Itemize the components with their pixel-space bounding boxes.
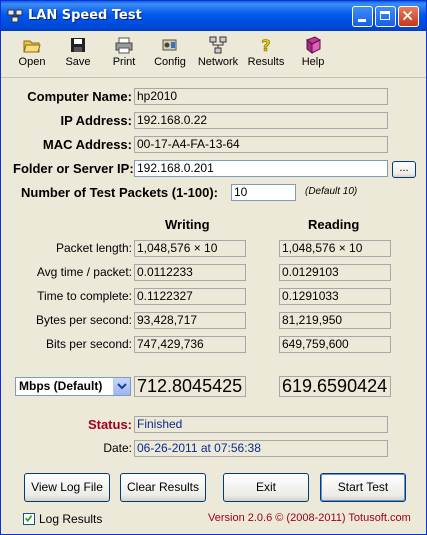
- app-window: LAN Speed Test Open Save Print Config Ne…: [0, 0, 427, 535]
- unit-select-arrow[interactable]: [113, 378, 130, 395]
- folder-server-label: Folder or Server IP:: [13, 161, 134, 176]
- packet-length-writing: 1,048,576 × 10: [134, 240, 246, 257]
- network-button[interactable]: Network: [196, 34, 240, 74]
- browse-button[interactable]: ...: [392, 161, 416, 178]
- mac-address-field: 00-17-A4-FA-13-64: [134, 136, 388, 153]
- maximize-icon: [380, 11, 390, 20]
- toolbar: Open Save Print Config Network ? Results…: [1, 31, 426, 78]
- time-to-complete-writing: 0.1122327: [134, 288, 246, 305]
- title-bar[interactable]: LAN Speed Test: [1, 1, 426, 31]
- ip-address-field: 192.168.0.22: [134, 112, 388, 129]
- avg-time-writing: 0.0112233: [134, 264, 246, 281]
- exit-button[interactable]: Exit: [223, 473, 309, 502]
- unit-select[interactable]: Mbps (Default): [15, 377, 131, 396]
- chevron-down-icon: [117, 383, 127, 390]
- app-icon: [7, 9, 23, 23]
- start-test-button[interactable]: Start Test: [320, 473, 406, 502]
- network-icon: [209, 36, 227, 54]
- computer-name-field: hp2010: [134, 88, 388, 105]
- writing-header: Writing: [165, 217, 210, 232]
- open-button[interactable]: Open: [10, 34, 54, 74]
- minimize-button[interactable]: [352, 6, 373, 27]
- close-icon: [402, 10, 413, 21]
- test-packets-label: Number of Test Packets (1-100):: [21, 185, 218, 200]
- date-field: 06-26-2011 at 07:56:38: [134, 440, 388, 457]
- clear-results-button[interactable]: Clear Results: [120, 473, 206, 502]
- test-packets-default-hint: (Default 10): [305, 186, 358, 197]
- test-packets-input[interactable]: 10: [231, 184, 296, 201]
- folder-server-input[interactable]: 192.168.0.201: [134, 160, 388, 177]
- folder-open-icon: [23, 40, 41, 53]
- date-label: Date:: [103, 441, 132, 455]
- minimize-icon: [358, 19, 366, 22]
- maximize-button[interactable]: [375, 6, 396, 27]
- close-button[interactable]: [398, 6, 419, 27]
- log-results-checkbox[interactable]: [23, 513, 35, 525]
- time-to-complete-label: Time to complete:: [37, 289, 132, 303]
- ip-address-label: IP Address:: [60, 113, 132, 128]
- printer-icon: [115, 37, 133, 54]
- checkmark-icon: [25, 515, 33, 523]
- status-field: Finished: [134, 416, 388, 433]
- packet-length-reading: 1,048,576 × 10: [279, 240, 391, 257]
- config-icon: [162, 39, 177, 51]
- floppy-disk-icon: [71, 38, 85, 52]
- unit-select-value: Mbps (Default): [19, 379, 103, 393]
- version-text: Version 2.0.6 © (2008-2011) Totusoft.com: [208, 512, 411, 524]
- bytes-per-second-writing: 93,428,717: [134, 312, 246, 329]
- bytes-per-second-reading: 81,219,950: [279, 312, 391, 329]
- computer-name-label: Computer Name:: [27, 89, 132, 104]
- reading-mbps-value: 619.6590424: [279, 376, 391, 397]
- mac-address-label: MAC Address:: [42, 137, 132, 152]
- view-log-file-button[interactable]: View Log File: [24, 473, 110, 502]
- bytes-per-second-label: Bytes per second:: [35, 313, 132, 327]
- config-button[interactable]: Config: [148, 34, 192, 74]
- writing-mbps-value: 712.8045425: [134, 376, 246, 397]
- svg-text:?: ?: [261, 36, 270, 54]
- save-button[interactable]: Save: [56, 34, 100, 74]
- print-button[interactable]: Print: [102, 34, 146, 74]
- question-mark-icon: ?: [261, 36, 271, 54]
- time-to-complete-reading: 0.1291033: [279, 288, 391, 305]
- avg-time-reading: 0.0129103: [279, 264, 391, 281]
- bits-per-second-writing: 747,429,736: [134, 336, 246, 353]
- help-button[interactable]: Help: [291, 34, 335, 74]
- reading-header: Reading: [308, 217, 360, 232]
- window-title: LAN Speed Test: [28, 8, 142, 23]
- avg-time-label: Avg time / packet:: [36, 265, 132, 279]
- bits-per-second-label: Bits per second:: [45, 337, 132, 351]
- results-button[interactable]: ? Results: [244, 34, 288, 74]
- status-label: Status:: [87, 417, 132, 432]
- packet-length-label: Packet length:: [55, 241, 132, 255]
- log-results-label: Log Results: [39, 512, 103, 526]
- help-book-icon: [306, 36, 322, 54]
- bits-per-second-reading: 649,759,600: [279, 336, 391, 353]
